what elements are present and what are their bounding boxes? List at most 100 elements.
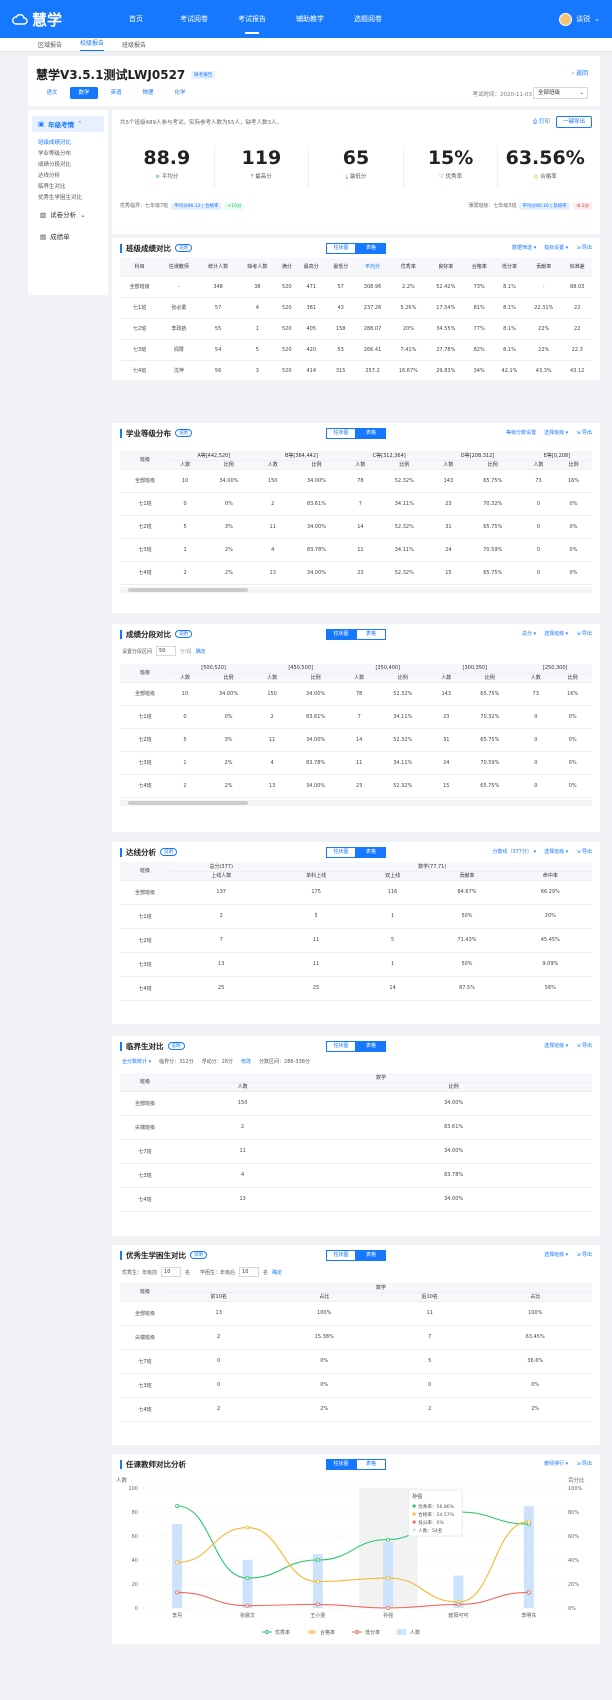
sidebar-item-critical[interactable]: 临界生对比 [32, 182, 104, 193]
toggle-table[interactable]: 表格 [356, 629, 386, 640]
toggle-chart[interactable]: 柱状图 [326, 1459, 356, 1470]
sidebar-item-excellent[interactable]: 优秀生学困生对比 [32, 193, 104, 204]
table-cell: 5 [237, 339, 277, 361]
table-cell: 52.42% [427, 276, 465, 298]
toggle-chart[interactable]: 柱状图 [326, 629, 356, 640]
main-nav: 首页 考试阅卷 考试报告 辅助教学 选题阅卷 [107, 0, 559, 38]
toggle-chart[interactable]: 柱状图 [326, 428, 356, 439]
group-header: [250,300] [518, 664, 592, 674]
nav-exam-report[interactable]: 考试报告 [223, 0, 281, 38]
export-button[interactable]: ⇲ 导出 [576, 1042, 592, 1049]
horizontal-scrollbar[interactable] [120, 799, 592, 806]
toggle-table[interactable]: 表格 [356, 1459, 386, 1470]
class-select-dropdown[interactable]: 选择班级 ▾ [544, 1042, 568, 1049]
subheader: 比例 [315, 1082, 592, 1092]
table-cell: 50% [425, 904, 509, 929]
table-cell: 七3班 [120, 538, 170, 562]
confirm-link[interactable]: 确定 [272, 1269, 282, 1276]
export-button[interactable]: ⇲ 导出 [576, 848, 592, 855]
tab-school-report[interactable]: 校级报告 [80, 38, 105, 51]
export-button[interactable]: ⇲ 导出 [576, 429, 592, 436]
toggle-chart[interactable]: 柱状图 [326, 847, 356, 858]
class-select-dropdown[interactable]: 选择班级 ▾ [544, 848, 568, 855]
confirm-link[interactable]: 确定 [196, 648, 206, 655]
tab-class-report[interactable]: 班级报告 [122, 40, 146, 49]
toggle-table[interactable]: 表格 [356, 428, 386, 439]
y-tick-right: 0% [568, 1606, 576, 1612]
table-cell: 0% [553, 705, 592, 729]
print-button[interactable]: ⎙ 打印 [533, 116, 550, 128]
table-cell: 150 [170, 1091, 316, 1116]
info-badge[interactable]: 说明 [175, 244, 192, 252]
info-badge[interactable]: 说明 [175, 630, 192, 638]
grade-score-settings[interactable]: 等级分数设置 [506, 429, 536, 436]
line-point [245, 1603, 250, 1608]
nav-teaching[interactable]: 辅助教学 [281, 0, 339, 38]
table-cell: 23 [431, 705, 462, 729]
table-cell: 14 [345, 515, 376, 539]
tab-region-report[interactable]: 区域报告 [38, 40, 62, 49]
group-header: [500,520] [170, 664, 258, 674]
toggle-chart[interactable]: 柱状图 [326, 1041, 356, 1052]
export-button[interactable]: ⇲ 导出 [576, 1460, 592, 1467]
section-title: 成绩分段对比 [126, 629, 171, 639]
info-badge[interactable]: 说明 [167, 1042, 185, 1050]
modify-link[interactable]: 修改 [241, 1058, 251, 1065]
tab-subject-chemistry[interactable]: 化学 [166, 87, 194, 99]
class-select-dropdown[interactable]: 选择班级 ▾ [544, 429, 568, 436]
tab-subject-chinese[interactable]: 语文 [38, 87, 66, 99]
sidebar-group-grade[interactable]: ▣ 年级考情 ˄ [32, 116, 104, 132]
export-button[interactable]: ⇲ 导出 [576, 630, 592, 637]
stats-row: 88.9 ≋ 平均分 119 ⤒ 最高分 65 ⤓ 最低分 15% ♡ 优秀率 63.5… [120, 146, 592, 188]
total-score-dropdown[interactable]: 总分 ▾ [522, 630, 536, 637]
sidebar-group-paper[interactable]: ▥ 试卷分析 ⌄ [32, 204, 104, 226]
user-menu[interactable]: 谈锐 ⌄ [559, 12, 600, 26]
nav-exam-marking[interactable]: 考试阅卷 [165, 0, 223, 38]
data-filter-dropdown[interactable]: 数据筛选 ▾ [512, 244, 536, 251]
nav-question-marking[interactable]: 选题阅卷 [339, 0, 397, 38]
right-foot-pill: 平均分80.16 | 及格率 [519, 203, 570, 210]
subheader: 后10名 [380, 1292, 479, 1302]
nav-home[interactable]: 首页 [107, 0, 165, 38]
subheader: 人数 [344, 673, 375, 683]
toggle-table[interactable]: 表格 [356, 1041, 386, 1052]
tab-subject-english[interactable]: 英语 [102, 87, 130, 99]
score-line-dropdown[interactable]: 分数线（377分） ▾ [492, 848, 536, 855]
logo[interactable]: 慧学 [12, 9, 107, 30]
sidebar-item-line-analysis[interactable]: 达线分析 [32, 171, 104, 182]
column-header: 班级 [120, 1283, 170, 1302]
teacher-rank-dropdown[interactable]: 教师排行 ▾ [544, 1460, 568, 1467]
sidebar-group-scorecard[interactable]: ▤ 成绩单 [32, 226, 104, 248]
info-badge[interactable]: 说明 [160, 848, 177, 856]
toggle-table[interactable]: 表格 [356, 1250, 386, 1261]
tab-subject-math[interactable]: 数学 [70, 87, 98, 99]
class-select[interactable]: 全部班级 ⌄ [533, 87, 588, 99]
back-link[interactable]: ‹ 返回 [572, 68, 588, 77]
table-cell: 七1班 [120, 492, 170, 516]
toggle-table[interactable]: 表格 [356, 847, 386, 858]
sidebar-item-grade-dist[interactable]: 学业等级分布 [32, 149, 104, 160]
excellent-rank-input[interactable]: 10 [161, 1267, 182, 1277]
class-select-dropdown[interactable]: 选择班级 ▾ [544, 630, 568, 637]
sidebar-item-score-band[interactable]: 成绩分段对比 [32, 160, 104, 171]
sidebar-item-class-compare[interactable]: 班级成绩对比 [32, 138, 104, 149]
metric-settings-dropdown[interactable]: 指标设置 ▾ [544, 244, 568, 251]
info-badge[interactable]: 说明 [175, 429, 192, 437]
tab-subject-physics[interactable]: 物理 [134, 87, 162, 99]
table-cell: 66.29% [508, 880, 592, 905]
x-tick-label: 张晨文 [240, 1612, 255, 1619]
band-input[interactable]: 50 [156, 646, 177, 656]
class-select-dropdown[interactable]: 选择班级 ▾ [544, 1251, 568, 1258]
table-row: 七4班 2 2% 13 34.00% 23 52.32% 15 65.75% 0 0% [120, 774, 592, 798]
export-all-button[interactable]: 一键导出 [555, 116, 592, 128]
table-cell: 70.59% [463, 538, 522, 562]
poor-rank-input[interactable]: 10 [239, 1267, 260, 1277]
toggle-table[interactable]: 表格 [356, 243, 386, 254]
info-badge[interactable]: 说明 [190, 1251, 207, 1259]
toggle-chart[interactable]: 柱状图 [326, 1250, 356, 1261]
score-stat-dropdown[interactable]: 全分数统计 ▾ [122, 1058, 151, 1065]
toggle-chart[interactable]: 柱状图 [326, 243, 356, 254]
export-button[interactable]: ⇲ 导出 [576, 244, 592, 251]
export-button[interactable]: ⇲ 导出 [576, 1251, 592, 1258]
horizontal-scrollbar[interactable] [120, 586, 592, 593]
